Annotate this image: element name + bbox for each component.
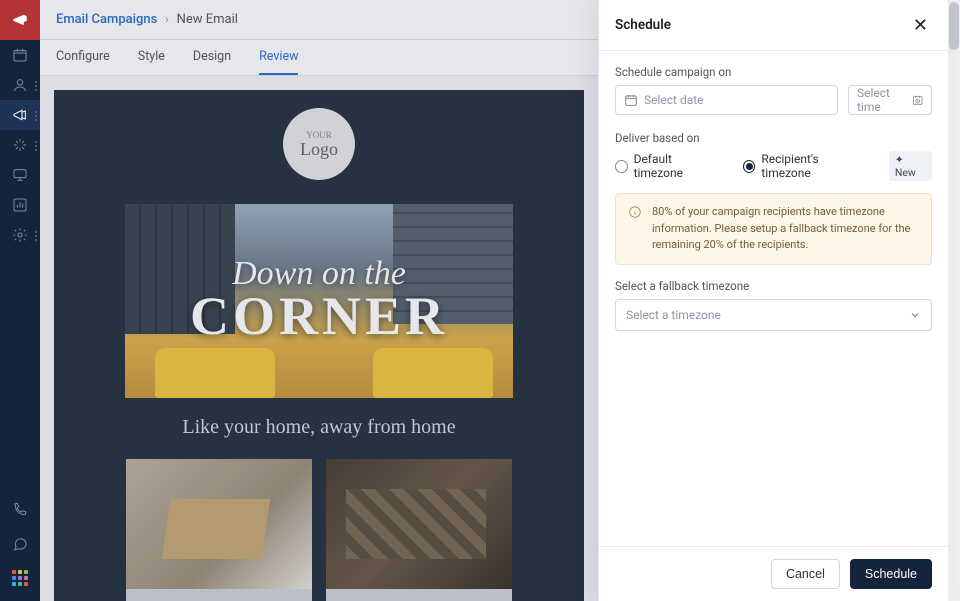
info-icon (628, 205, 642, 219)
panel-title: Schedule (615, 17, 671, 33)
card-image-rooms (126, 459, 312, 589)
nav-reports[interactable] (0, 190, 40, 220)
apps-icon (12, 570, 28, 586)
logo-placeholder: YOUR Logo (283, 108, 355, 180)
radio-default-timezone[interactable]: Default timezone (615, 152, 721, 180)
calendar-icon (624, 93, 638, 107)
fallback-label: Select a fallback timezone (615, 279, 932, 293)
step-tabs: Configure Style Design Review (40, 40, 598, 76)
megaphone-icon (11, 11, 29, 29)
card-label: Meeting Rooms (126, 589, 312, 601)
chat-icon (12, 536, 28, 552)
schedule-on-label: Schedule campaign on (615, 65, 932, 79)
schedule-button[interactable]: Schedule (850, 559, 932, 589)
user-icon (12, 77, 28, 93)
nav-campaigns[interactable] (0, 100, 40, 130)
schedule-panel: Schedule ✕ Schedule campaign on Select d… (598, 0, 948, 601)
time-input[interactable]: Select time (848, 85, 932, 115)
deliver-label: Deliver based on (615, 131, 932, 145)
nav-contacts[interactable] (0, 70, 40, 100)
date-input[interactable]: Select date (615, 85, 838, 115)
nav-apps[interactable] (0, 563, 40, 593)
nav-calendar[interactable] (0, 40, 40, 70)
nav-automations[interactable] (0, 130, 40, 160)
radio-recipient-timezone[interactable]: Recipient's timezone (743, 152, 867, 180)
tab-style[interactable]: Style (138, 40, 165, 75)
window-scrollbar[interactable] (948, 0, 960, 601)
chart-icon (12, 197, 28, 213)
phone-icon (12, 502, 28, 518)
main-area: Email Campaigns › New Email Configure St… (40, 0, 598, 601)
radio-icon (743, 160, 756, 173)
app-sidebar (0, 0, 40, 601)
new-badge[interactable]: ✦ New (889, 151, 932, 181)
preview-scroll[interactable]: YOUR Logo Down on the CORNER Like your h… (40, 76, 598, 601)
app-logo[interactable] (0, 0, 40, 40)
timezone-info-banner: 80% of your campaign recipients have tim… (615, 193, 932, 265)
breadcrumb-bar: Email Campaigns › New Email (40, 0, 598, 40)
hero-tagline: Like your home, away from home (54, 416, 584, 439)
nav-settings[interactable] (0, 220, 40, 250)
select-placeholder: Select a timezone (626, 308, 721, 322)
date-placeholder: Select date (644, 93, 704, 107)
radio-icon (615, 160, 628, 173)
close-button[interactable]: ✕ (909, 12, 932, 38)
calendar-icon (12, 47, 28, 63)
info-text: 80% of your campaign recipients have tim… (652, 204, 919, 254)
nav-monitor[interactable] (0, 160, 40, 190)
sparkle-icon (12, 137, 28, 153)
tab-configure[interactable]: Configure (56, 40, 110, 75)
monitor-icon (12, 167, 28, 183)
card-image-cowork (326, 459, 512, 589)
gear-icon (12, 227, 28, 243)
chevron-down-icon (909, 309, 921, 321)
breadcrumb-root[interactable]: Email Campaigns (56, 12, 157, 27)
logo-script-text: Logo (300, 140, 338, 158)
nav-chat[interactable] (0, 529, 40, 559)
preview-card: Meeting Rooms (126, 459, 312, 601)
time-placeholder: Select time (857, 86, 906, 114)
chevron-right-icon: › (165, 13, 168, 26)
hero-block-text: CORNER (190, 285, 448, 347)
fallback-timezone-select[interactable]: Select a timezone (615, 299, 932, 331)
clock-icon (912, 93, 923, 107)
hero-image: Down on the CORNER (125, 204, 513, 398)
megaphone-outline-icon (12, 107, 28, 123)
breadcrumb-current: New Email (177, 12, 238, 27)
tab-design[interactable]: Design (193, 40, 231, 75)
radio-label: Default timezone (634, 152, 721, 180)
email-preview: YOUR Logo Down on the CORNER Like your h… (54, 90, 584, 601)
radio-label: Recipient's timezone (761, 152, 866, 180)
card-label: Co-Working (326, 589, 512, 601)
preview-card: Co-Working (326, 459, 512, 601)
nav-phone[interactable] (0, 495, 40, 525)
close-icon: ✕ (913, 15, 928, 35)
cancel-button[interactable]: Cancel (771, 559, 840, 589)
tab-review[interactable]: Review (259, 40, 298, 75)
